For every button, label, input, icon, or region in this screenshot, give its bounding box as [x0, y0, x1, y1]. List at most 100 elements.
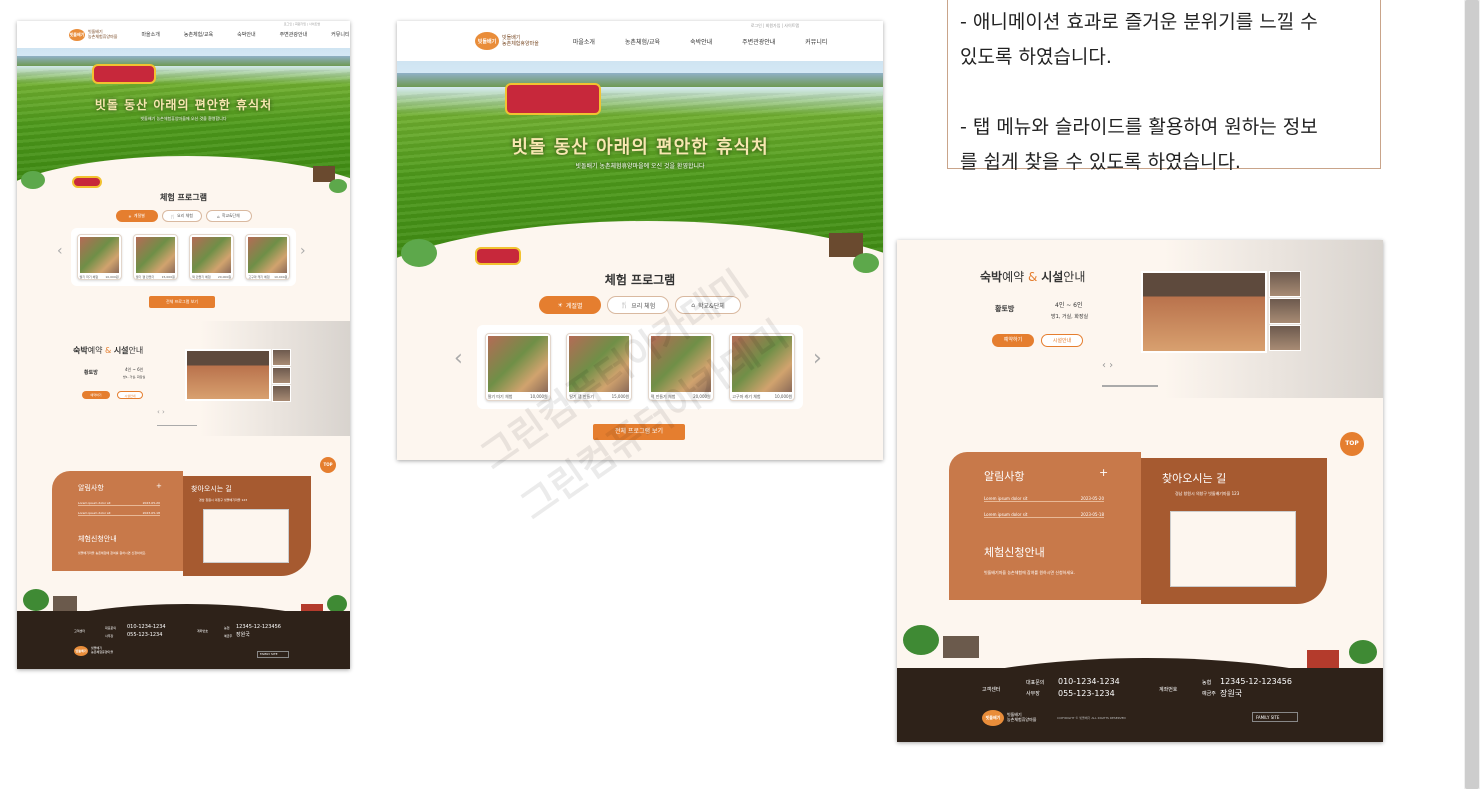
- slider-arrows-icon[interactable]: ‹ ›: [157, 408, 165, 416]
- reserve-button[interactable]: 예약하기: [82, 391, 110, 399]
- family-site-select[interactable]: FAMILY SITE: [1252, 712, 1298, 722]
- notice-title: 알림사항: [78, 484, 104, 492]
- reserve-button[interactable]: 예약하기: [992, 334, 1034, 347]
- tree-icon: [903, 625, 939, 655]
- menu-item[interactable]: 커뮤니티: [805, 37, 827, 46]
- map-image[interactable]: [1170, 511, 1296, 587]
- util-links[interactable]: 로그인 | 회원가입 | 사이트맵: [751, 23, 799, 29]
- card-image: [135, 237, 175, 273]
- apply-title[interactable]: 체험신청안내: [984, 544, 1045, 560]
- hanok-icon: [943, 636, 979, 658]
- cart-image: [505, 83, 601, 115]
- facility-button[interactable]: 시설안내: [1041, 334, 1083, 347]
- room-name: 황토방: [995, 305, 1015, 313]
- menu-item[interactable]: 주변관광안내: [280, 31, 308, 38]
- menu-item[interactable]: 농촌체험/교육: [184, 31, 213, 38]
- house-photo: [185, 349, 271, 401]
- program-tabs: ☀ 계절별 🍴 요리 체험 ⌂ 학교&단체: [17, 210, 350, 222]
- logo-mark-icon: 빗돌배기: [475, 32, 499, 50]
- sub-section-preview: 숙박예약 & 시설안내 황토방 4인 ~ 6인 방1, 거실, 화장실 예약하기…: [897, 240, 1383, 742]
- hero-title: 빗돌 동산 아래의 편안한 휴식처: [94, 98, 273, 112]
- site-logo[interactable]: 빗돌배기 빗돌배기 농촌체험휴양마을: [475, 32, 539, 50]
- menu-item[interactable]: 마을소개: [573, 37, 595, 46]
- house-thumb[interactable]: [272, 367, 291, 384]
- directions-title: 찾아오시는 길: [191, 485, 232, 493]
- notice-panel: 알림사항 + Lorem ipsum dolor sit 2023-05-20 L…: [949, 452, 1141, 600]
- tab-school[interactable]: ⌂ 학교&단체: [205, 210, 252, 222]
- cart-image: [92, 64, 156, 84]
- cart-icon: [475, 247, 521, 265]
- program-card[interactable]: 고구마 캐기 체험 10,000원: [245, 234, 291, 280]
- bush-icon: [329, 179, 347, 193]
- main-menu: 마을소개 농촌체험/교육 숙박안내 주변관광안내 커뮤니티: [573, 37, 828, 46]
- tree-icon: [1349, 640, 1377, 664]
- all-programs-button[interactable]: 전체 프로그램 보기: [149, 296, 215, 308]
- top-button[interactable]: TOP: [320, 457, 336, 473]
- facility-button[interactable]: 시설안내: [117, 391, 143, 399]
- site-logo[interactable]: 빗돌배기 빗돌배기 농촌체험휴양마을: [69, 28, 117, 41]
- menu-item[interactable]: 농촌체험/교육: [625, 37, 660, 46]
- description-box: - 애니메이션 효과로 즐거운 분위기를 느낄 수 있도록 하였습니다. - 탭…: [947, 0, 1381, 173]
- footer-account: 12345-12-123456: [1220, 677, 1292, 686]
- utensils-icon: 🍴: [620, 301, 629, 309]
- description-line: - 애니메이션 효과로 즐거운 분위기를 느낄 수: [960, 11, 1318, 33]
- tab-seasonal[interactable]: ☀ 계절별: [115, 210, 158, 222]
- hanok-icon: [53, 596, 77, 611]
- footer: 고객센터 대표문의 사무장 010-1234-1234 055-123-1234 계…: [897, 668, 1383, 742]
- house-thumb[interactable]: [272, 385, 291, 402]
- footer-logo[interactable]: 빗돌배기 빗돌배기 농촌체험휴양마을: [982, 710, 1036, 726]
- description-line: - 탭 메뉴와 슬라이드를 활용하여 원하는 정보: [960, 116, 1318, 138]
- next-arrow-icon[interactable]: ›: [300, 243, 306, 259]
- prev-arrow-icon[interactable]: ‹: [57, 243, 63, 259]
- program-card[interactable]: 딸기 따기 체험 10,000원: [76, 234, 122, 280]
- house-thumb[interactable]: [1269, 325, 1301, 351]
- house-thumb[interactable]: [1269, 298, 1301, 324]
- house-thumb[interactable]: [1269, 271, 1301, 297]
- program-card[interactable]: 딸기 잼 만들기 15,000원: [132, 234, 178, 280]
- card-image: [248, 237, 288, 273]
- directions-address: 경남 창원시 의창구 빗돌배기마을 123: [199, 498, 248, 502]
- program-title: 체험 프로그램: [604, 273, 676, 287]
- nav-bar: 빗돌배기 빗돌배기 농촌체험휴양마을 마을소개 농촌체험/교육 숙박안내 주변관광…: [397, 21, 883, 61]
- program-cards: 딸기 따기 체험 10,000원 딸기 잼 만들기 15,000원 떡 만들기 체험…: [71, 228, 296, 286]
- menu-item[interactable]: 숙박안내: [690, 37, 712, 46]
- family-site-select[interactable]: FAMILY SITE: [257, 651, 289, 658]
- next-arrow-icon[interactable]: ›: [813, 346, 822, 371]
- map-image[interactable]: [203, 509, 289, 563]
- tab-cooking[interactable]: 🍴 요리 체험: [161, 210, 202, 222]
- menu-item[interactable]: 주변관광안내: [742, 37, 775, 46]
- footer-logo[interactable]: 빗돌배기 빗돌배기 농촌체험휴양마을: [74, 646, 113, 656]
- logo-mark-icon: 빗돌배기: [69, 28, 85, 41]
- menu-item[interactable]: 숙박안내: [237, 31, 255, 38]
- prev-arrow-icon[interactable]: ‹: [454, 346, 463, 371]
- tree-icon: [401, 239, 437, 267]
- hero-title: 빗돌 동산 아래의 편안한 휴식처: [511, 137, 769, 158]
- sun-icon: ☀: [557, 301, 563, 309]
- utensils-icon: 🍴: [170, 213, 175, 219]
- directions-title: 찾아오시는 길: [1162, 472, 1227, 485]
- top-button[interactable]: TOP: [1340, 432, 1364, 456]
- notice-more-icon[interactable]: +: [156, 482, 162, 490]
- full-page-preview: 빗돌배기 빗돌배기 농촌체험휴양마을 마을소개 농촌체험/교육 숙박안내 주변관광…: [17, 21, 350, 669]
- room-capacity: 4인 ~ 6인: [125, 367, 144, 372]
- notice-panel: 알림사항 + Lorem ipsum dolor sit 2023-05-20 L…: [52, 471, 183, 571]
- notice-title: 알림사항: [984, 470, 1025, 483]
- slider-arrows-icon[interactable]: ‹ ›: [1102, 360, 1113, 371]
- apply-text: 빗돌배기마을 농촌체험에 참여를 원하시면 신청하세요.: [984, 570, 1075, 575]
- menu-item[interactable]: 커뮤니티: [331, 31, 349, 38]
- tree-icon: [23, 589, 49, 611]
- stay-title: 숙박예약 & 시설안내: [980, 270, 1086, 284]
- hero-subtitle: 빗돌배기 농촌체험휴양마을에 오신 것을 환영합니다: [140, 116, 227, 121]
- program-card[interactable]: 떡 만들기 체험 20,000원: [189, 234, 235, 280]
- barn-icon: [1307, 650, 1339, 668]
- util-links[interactable]: 로그인 | 회원가입 | 사이트맵: [284, 22, 320, 26]
- scrollbar-thumb[interactable]: [1465, 0, 1479, 789]
- bush-icon: [853, 253, 879, 273]
- notice-more-icon[interactable]: +: [1099, 466, 1108, 479]
- stay-section: [17, 321, 350, 436]
- menu-item[interactable]: 마을소개: [141, 31, 159, 38]
- tab-seasonal[interactable]: ☀ 계절별: [539, 296, 601, 314]
- room-features: 방1, 거실, 화장실: [123, 375, 146, 379]
- apply-title[interactable]: 체험신청안내: [78, 534, 117, 544]
- house-thumb[interactable]: [272, 349, 291, 366]
